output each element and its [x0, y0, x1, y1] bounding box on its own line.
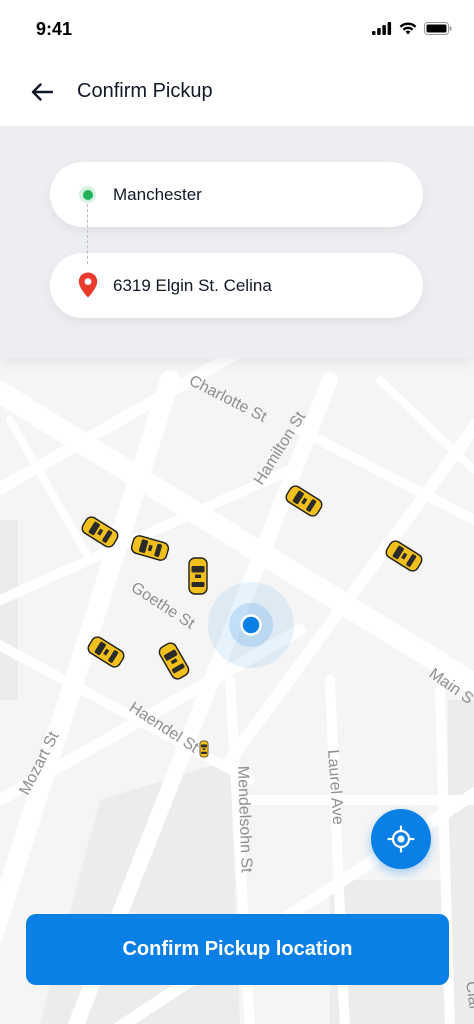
destination-location-text: 6319 Elgin St. Celina: [113, 275, 272, 295]
map-block: [0, 520, 18, 700]
destination-location-field[interactable]: 6319 Elgin St. Celina: [50, 253, 423, 318]
street-label-laurel: Laurel Ave: [324, 749, 346, 825]
battery-icon: [424, 22, 452, 35]
taxi-icon: [79, 514, 121, 550]
confirm-pickup-button[interactable]: Confirm Pickup location: [26, 914, 449, 985]
location-pin-icon: [78, 272, 98, 298]
current-location-marker: [208, 582, 294, 668]
cellular-signal-icon: [372, 22, 392, 35]
address-panel: Manchester 6319 Elgin St. Celina: [0, 126, 474, 358]
street-label-goethe: Goethe St: [128, 579, 198, 633]
street-label-charlotte: Charlotte St: [186, 372, 269, 426]
pickup-location-field[interactable]: Manchester: [50, 162, 423, 227]
back-button[interactable]: [24, 74, 60, 110]
taxi-icon: [156, 640, 192, 682]
route-connector: [87, 204, 88, 264]
arrow-left-icon: [31, 83, 53, 101]
taxi-icon: [188, 557, 208, 595]
status-icons: [372, 22, 452, 35]
taxi-icon: [283, 483, 325, 519]
taxi-icon: [85, 634, 127, 670]
locate-me-button[interactable]: [371, 809, 431, 869]
status-time: 9:41: [36, 19, 73, 39]
taxi-icon: [383, 538, 425, 574]
pickup-location-text: Manchester: [113, 184, 202, 204]
header: Confirm Pickup: [0, 58, 474, 126]
page-title: Confirm Pickup: [77, 80, 213, 102]
wifi-icon: [399, 22, 417, 35]
crosshair-icon: [387, 825, 415, 853]
taxi-icon: [129, 533, 171, 563]
confirm-pickup-screen: 9:41 Confirm Pickup Manchester 6319 Elgi…: [0, 0, 474, 1024]
pickup-dot-icon: [79, 186, 96, 203]
taxi-icon: [199, 740, 209, 758]
status-bar: 9:41: [0, 0, 474, 58]
